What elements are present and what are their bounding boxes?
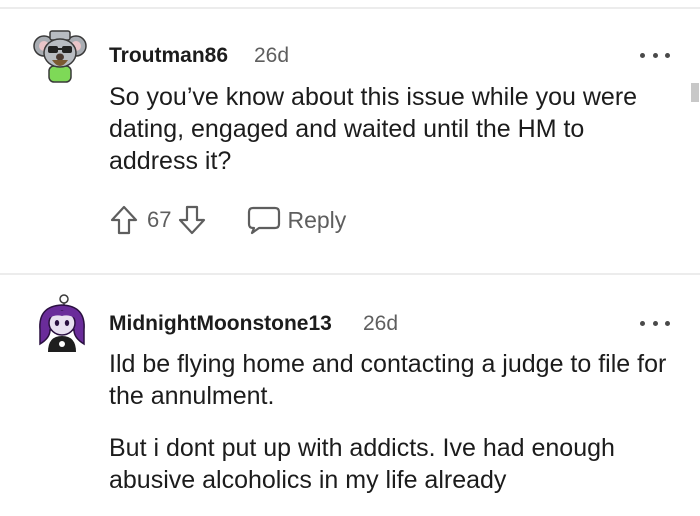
dot-icon <box>652 52 658 58</box>
comment-paragraph: So you’ve know about this issue while yo… <box>109 83 638 175</box>
comment-paragraph: Ild be flying home and contacting a judg… <box>109 350 667 410</box>
dot-icon <box>665 52 670 58</box>
dot-icon <box>652 320 658 326</box>
comment-username[interactable]: MidnightMoonstone13 <box>109 312 332 336</box>
comment-paragraph: But i dont put up with addicts. Ive had … <box>109 434 615 494</box>
comment-divider <box>0 273 700 275</box>
scrollbar-thumb[interactable] <box>691 83 699 102</box>
speech-bubble-icon <box>248 206 281 235</box>
more-options-icon[interactable] <box>640 47 670 63</box>
comment-username[interactable]: Troutman86 <box>109 44 228 68</box>
vote-score: 67 <box>147 207 172 232</box>
more-options-icon[interactable] <box>640 315 670 331</box>
comment-age: 26d <box>363 312 399 335</box>
koala-avatar-icon[interactable] <box>32 28 88 84</box>
dot-icon <box>665 320 670 326</box>
dot-icon <box>640 52 645 58</box>
comment-body: So you’ve know about this issue while yo… <box>109 81 679 177</box>
comment-body: Ild be flying home and contacting a judg… <box>109 348 679 496</box>
dot-icon <box>640 320 645 326</box>
upvote-icon[interactable] <box>109 204 139 236</box>
comment-age: 26d <box>254 44 290 67</box>
downvote-icon[interactable] <box>177 204 207 236</box>
top-divider <box>0 7 700 9</box>
comment-actions: 67 Reply <box>109 203 346 237</box>
reply-label: Reply <box>287 206 347 233</box>
purple-hair-avatar-icon[interactable] <box>34 294 90 352</box>
reply-button[interactable]: Reply <box>247 205 346 235</box>
